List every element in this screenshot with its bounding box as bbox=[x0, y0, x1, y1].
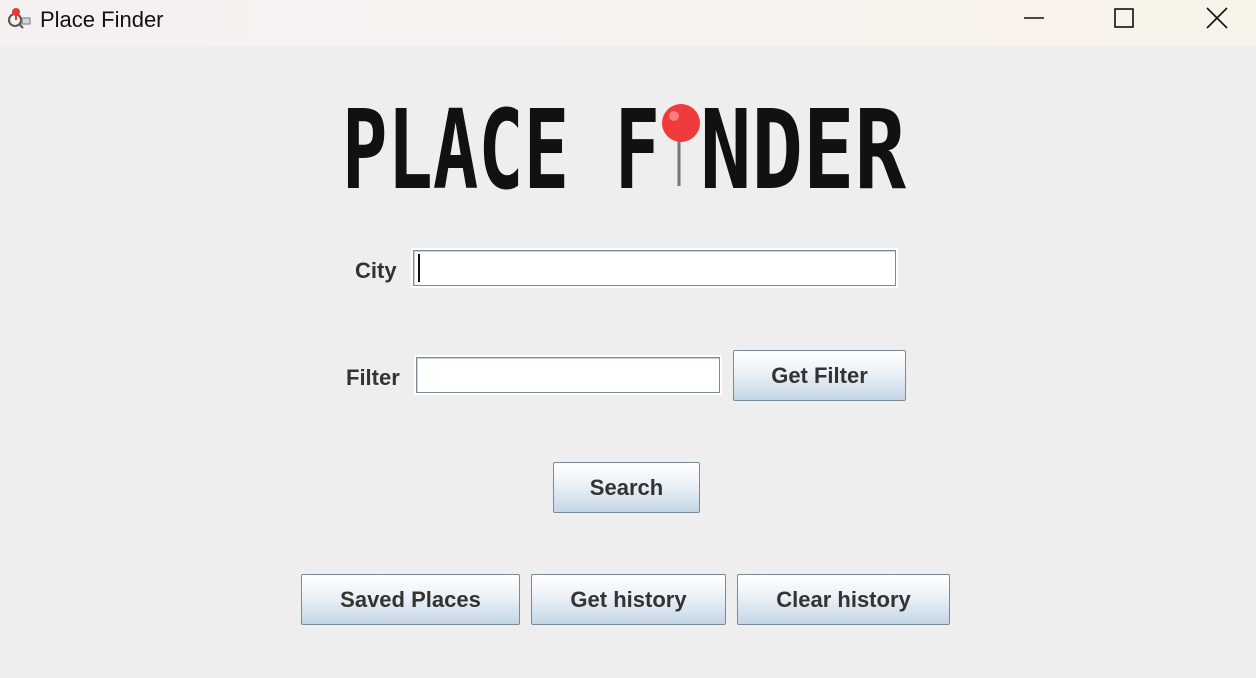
pin-head-icon bbox=[662, 104, 700, 142]
title-bar[interactable]: Place Finder bbox=[0, 0, 1256, 46]
maximize-button[interactable] bbox=[1078, 0, 1170, 38]
close-button[interactable] bbox=[1170, 0, 1256, 38]
get-filter-button[interactable]: Get Filter bbox=[733, 350, 906, 401]
logo-text-left: PLACE F bbox=[342, 98, 660, 192]
search-button[interactable]: Search bbox=[553, 462, 700, 513]
city-label: City bbox=[355, 258, 397, 283]
place-finder-logo: PLACE F NDER bbox=[342, 98, 907, 192]
get-history-button[interactable]: Get history bbox=[531, 574, 726, 625]
app-window: Place Finder PLACE F NDER City Filter Ge… bbox=[0, 0, 1256, 678]
logo-text-right: NDER bbox=[700, 98, 907, 192]
close-icon bbox=[1206, 7, 1228, 29]
minimize-button[interactable] bbox=[988, 0, 1080, 38]
saved-places-button[interactable]: Saved Places bbox=[301, 574, 520, 625]
filter-label: Filter bbox=[346, 365, 400, 390]
text-caret bbox=[418, 254, 420, 282]
maximize-icon bbox=[1114, 8, 1134, 28]
filter-input[interactable] bbox=[414, 355, 722, 395]
clear-history-button[interactable]: Clear history bbox=[737, 574, 950, 625]
minimize-icon bbox=[1024, 17, 1044, 19]
pin-magnifier-icon bbox=[8, 8, 31, 29]
window-title: Place Finder bbox=[40, 7, 164, 32]
city-input[interactable] bbox=[411, 248, 898, 288]
